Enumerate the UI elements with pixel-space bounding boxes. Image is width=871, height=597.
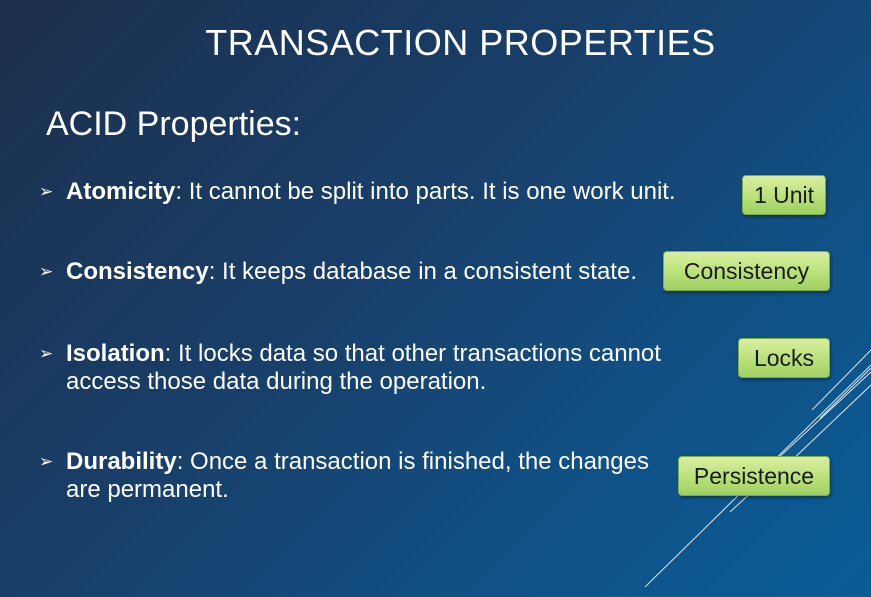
bullet-text: Consistency: It keeps database in a cons…	[66, 258, 637, 286]
tag-locks: Locks	[738, 338, 830, 378]
bullet-term: Consistency	[66, 258, 209, 285]
bullet-arrow-icon: ➢	[39, 182, 54, 201]
bullet-term: Durability	[66, 448, 177, 475]
bullet-description: : It keeps database in a consistent stat…	[208, 258, 637, 285]
bullet-text: Isolation: It locks data so that other t…	[66, 340, 716, 396]
decorative-lines	[644, 349, 871, 588]
bullet-term: Atomicity	[66, 178, 176, 205]
bullet-term: Isolation	[66, 340, 165, 367]
bullet-arrow-icon: ➢	[39, 262, 54, 281]
tag-persistence: Persistence	[678, 456, 830, 496]
bullet-arrow-icon: ➢	[39, 344, 54, 363]
slide-subtitle: ACID Properties:	[46, 105, 302, 143]
bullet-text: Atomicity: It cannot be split into parts…	[66, 178, 676, 206]
bullet-arrow-icon: ➢	[39, 452, 54, 471]
bullet-description: : It cannot be split into parts. It is o…	[175, 178, 676, 205]
tag-consistency: Consistency	[663, 251, 830, 291]
tag-1-unit: 1 Unit	[742, 175, 826, 215]
slide-title: TRANSACTION PROPERTIES	[205, 22, 716, 63]
slide: TRANSACTION PROPERTIES ACID Properties: …	[0, 0, 871, 597]
bullet-text: Durability: Once a transaction is finish…	[66, 448, 686, 504]
